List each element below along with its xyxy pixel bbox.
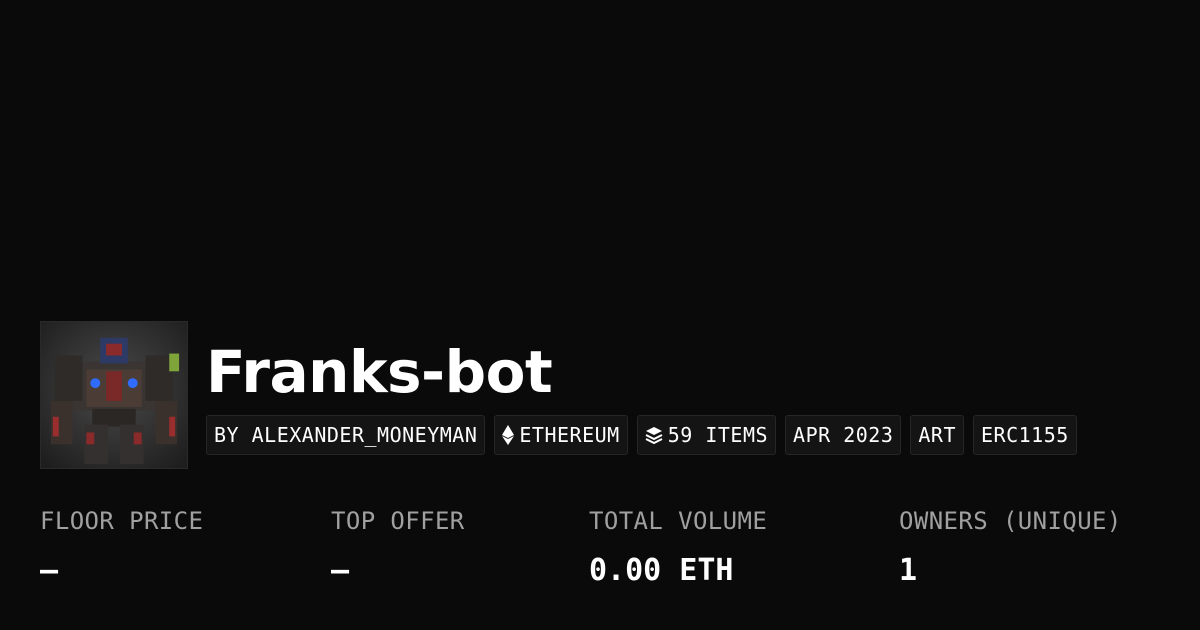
items-count-tag[interactable]: 59 ITEMS — [636, 415, 777, 455]
created-date-label: APR 2023 — [793, 423, 894, 447]
stat-value: 0.00 ETH — [589, 553, 734, 588]
stat-owners: OWNERS (UNIQUE) 1 — [899, 505, 1122, 591]
stat-value: 1 — [899, 553, 918, 588]
stat-value: – — [40, 553, 59, 588]
stat-label: TOTAL VOLUME — [589, 507, 768, 535]
stat-floor-price: FLOOR PRICE – — [40, 505, 203, 591]
stat-label: OWNERS (UNIQUE) — [899, 507, 1122, 535]
stat-total-volume: TOTAL VOLUME 0.00 ETH — [589, 505, 767, 591]
stat-top-offer: TOP OFFER – — [331, 505, 465, 591]
collection-tags: BY ALEXANDER_MONEYMAN ETHEREUM 59 ITEMS … — [206, 415, 1077, 455]
token-standard-label: ERC1155 — [980, 423, 1069, 447]
ethereum-icon — [502, 425, 515, 445]
created-date-tag: APR 2023 — [785, 415, 902, 455]
layers-icon — [645, 426, 663, 444]
collection-title: Franks-bot — [206, 338, 553, 406]
robot-avatar-image — [41, 322, 187, 468]
collection-avatar — [40, 321, 188, 469]
stat-label: FLOOR PRICE — [40, 507, 204, 535]
creator-tag-label: BY ALEXANDER_MONEYMAN — [214, 423, 478, 447]
creator-tag[interactable]: BY ALEXANDER_MONEYMAN — [206, 415, 486, 455]
token-standard-tag: ERC1155 — [972, 415, 1077, 455]
category-label: ART — [918, 423, 956, 447]
stat-value: – — [331, 553, 350, 588]
items-count-label: 59 ITEMS — [667, 423, 769, 447]
chain-tag-label: ETHEREUM — [519, 423, 620, 447]
stat-label: TOP OFFER — [331, 507, 465, 535]
category-tag[interactable]: ART — [910, 415, 964, 455]
chain-tag[interactable]: ETHEREUM — [494, 415, 628, 455]
